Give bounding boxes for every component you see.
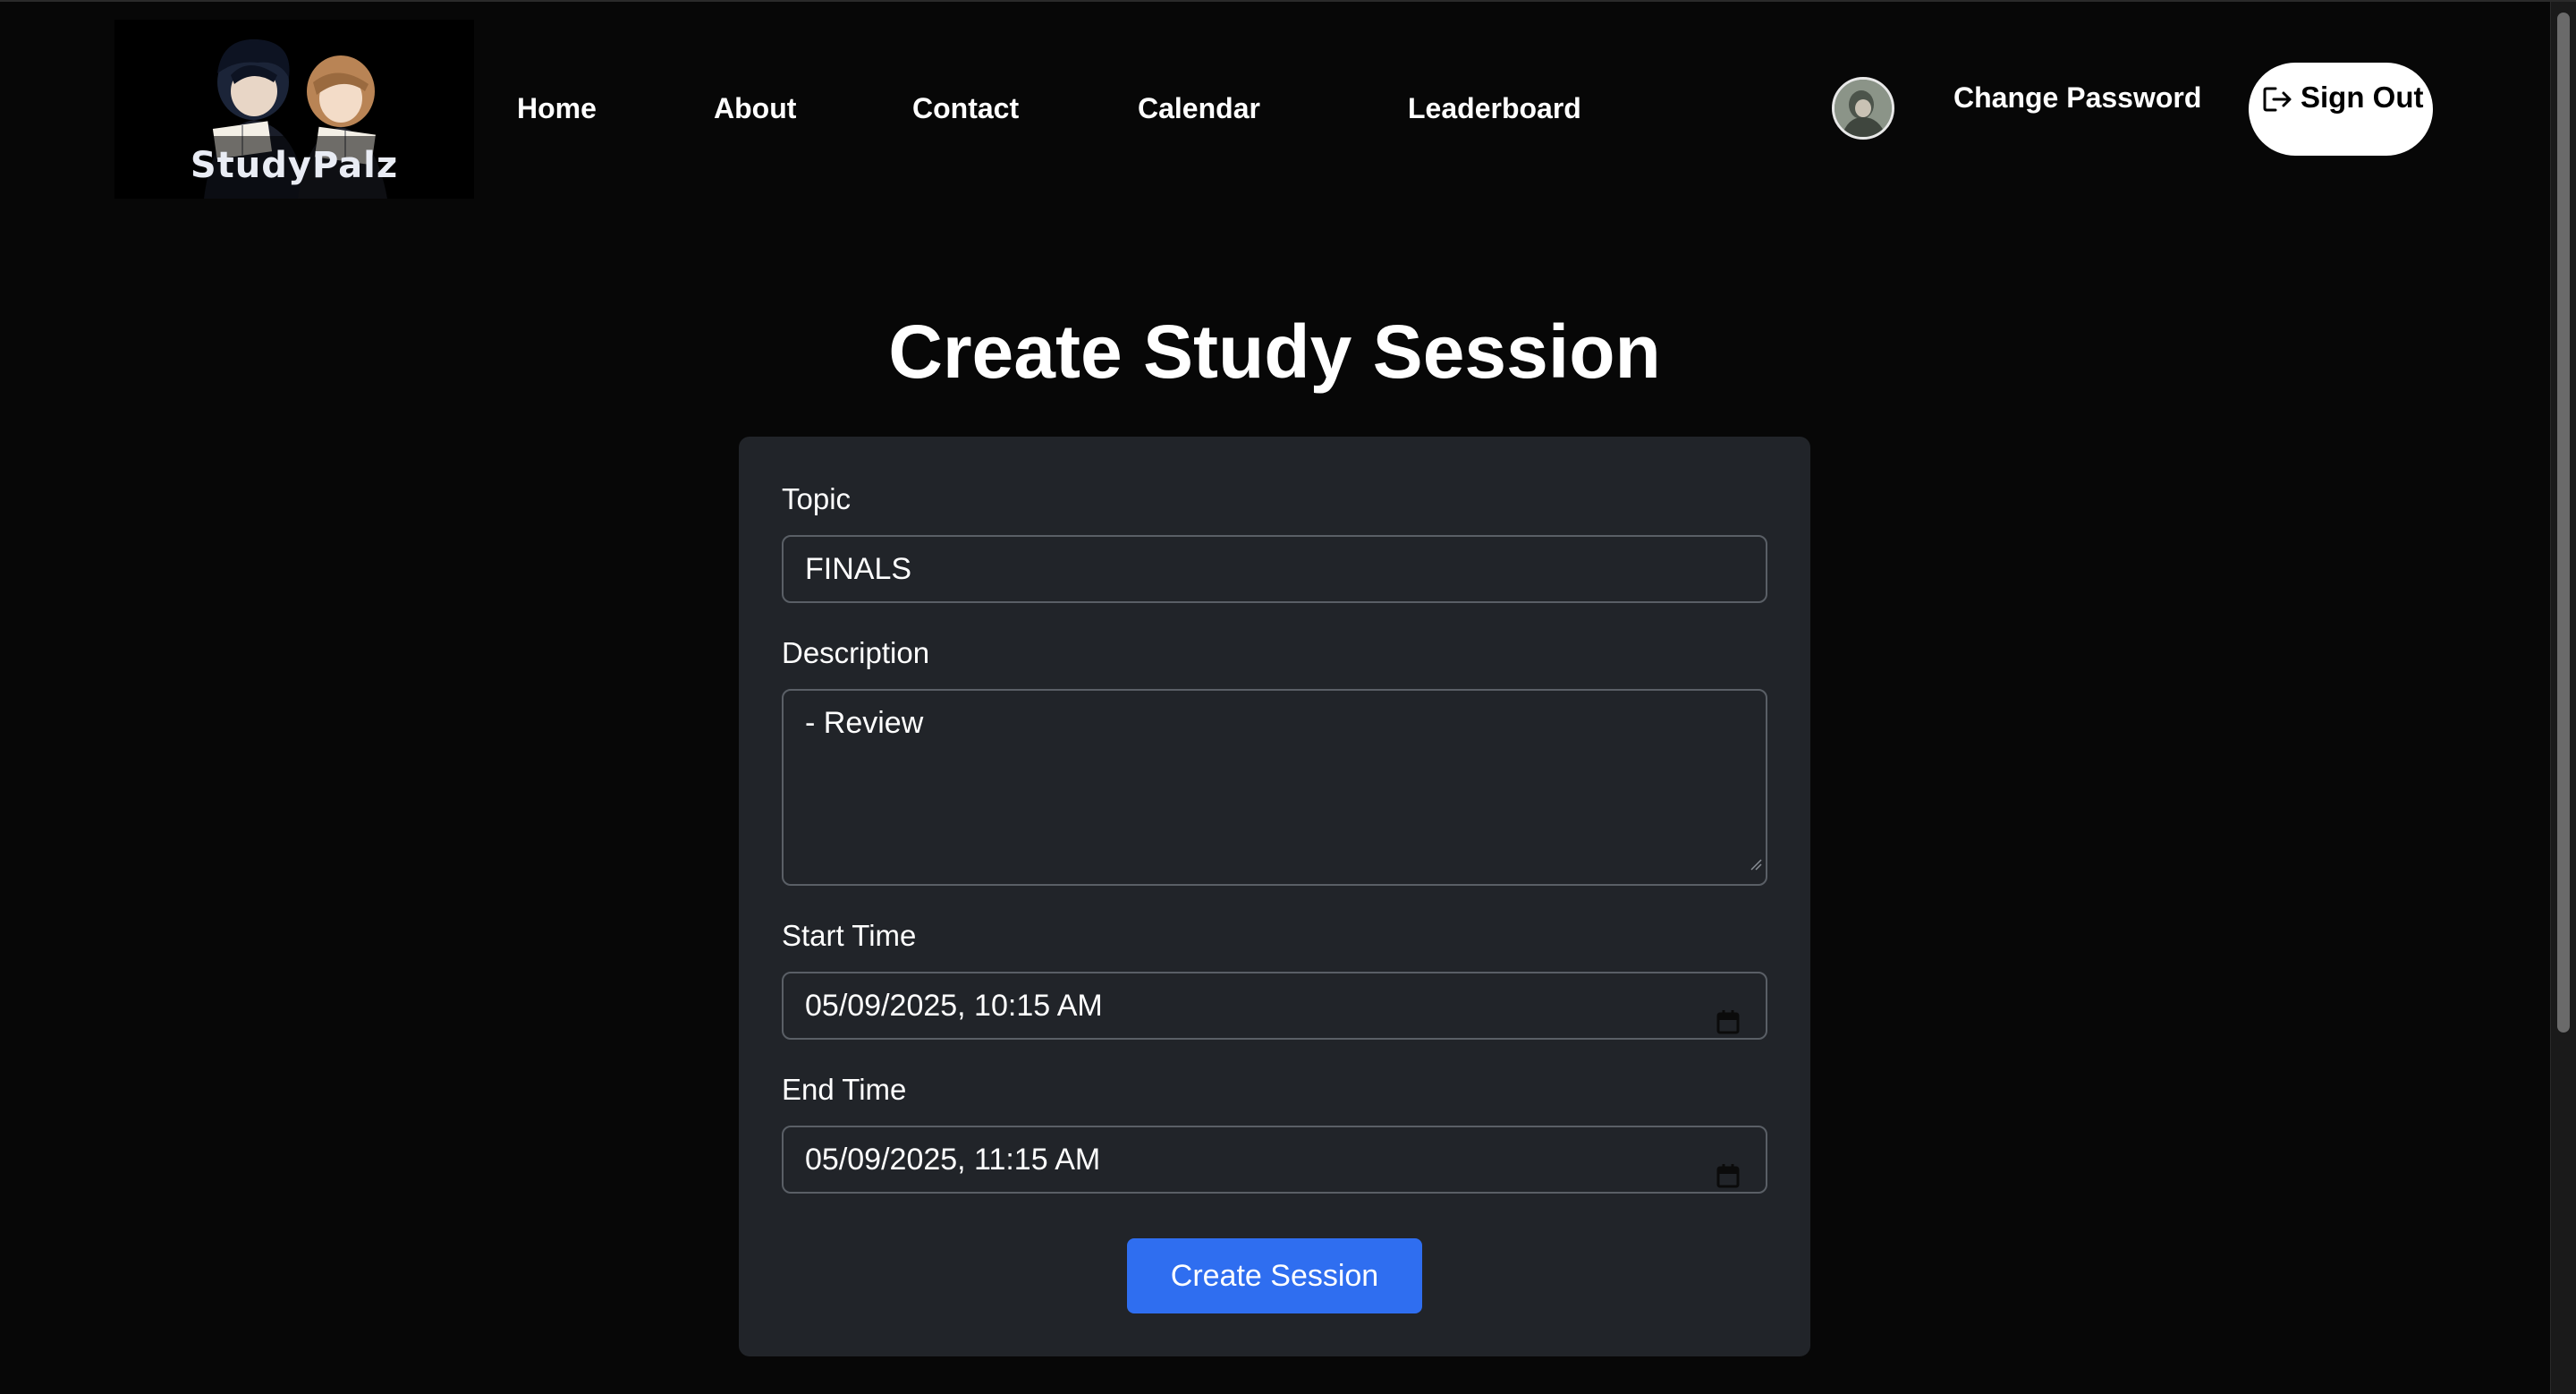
avatar[interactable] <box>1832 77 1894 140</box>
description-label: Description <box>782 636 930 669</box>
page-title: Create Study Session <box>888 310 1661 394</box>
nav-contact[interactable]: Contact <box>912 88 1019 129</box>
page: StudyPalz Home About Contact Calendar Le… <box>0 0 2576 1394</box>
resize-handle-icon[interactable] <box>1750 841 1762 880</box>
sign-out-icon <box>2263 86 2293 120</box>
nav-about[interactable]: About <box>714 88 796 129</box>
avatar-image <box>1835 80 1892 137</box>
topic-value: FINALS <box>805 552 912 586</box>
calendar-icon[interactable] <box>1716 1147 1741 1211</box>
change-password-link[interactable]: Change Password <box>1953 77 2201 118</box>
nav-home[interactable]: Home <box>517 88 597 129</box>
end-time-input[interactable]: 05/09/2025, 11:15 AM <box>782 1126 1767 1194</box>
start-time-input[interactable]: 05/09/2025, 10:15 AM <box>782 972 1767 1040</box>
brand-logo[interactable]: StudyPalz <box>114 20 474 199</box>
sign-out-label: Sign Out <box>2301 81 2424 114</box>
sign-out-button[interactable]: Sign Out <box>2249 63 2433 156</box>
end-time-value: 05/09/2025, 11:15 AM <box>805 1143 1101 1177</box>
topic-input[interactable]: FINALS <box>782 535 1767 603</box>
vertical-scrollbar[interactable] <box>2550 2 2576 1394</box>
create-session-button[interactable]: Create Session <box>1127 1238 1422 1313</box>
calendar-icon[interactable] <box>1716 993 1741 1058</box>
nav-calendar[interactable]: Calendar <box>1138 88 1260 129</box>
scrollbar-thumb[interactable] <box>2557 13 2570 1033</box>
description-value: - Review <box>805 706 924 740</box>
start-time-label: Start Time <box>782 919 917 952</box>
brand-name: StudyPalz <box>190 145 399 186</box>
end-time-label: End Time <box>782 1073 907 1106</box>
topic-label: Topic <box>782 482 852 515</box>
description-textarea[interactable]: - Review <box>782 689 1767 886</box>
create-session-form: Topic FINALS Description - Review Start … <box>739 437 1810 1356</box>
start-time-value: 05/09/2025, 10:15 AM <box>805 989 1103 1023</box>
nav-leaderboard[interactable]: Leaderboard <box>1408 88 1581 129</box>
